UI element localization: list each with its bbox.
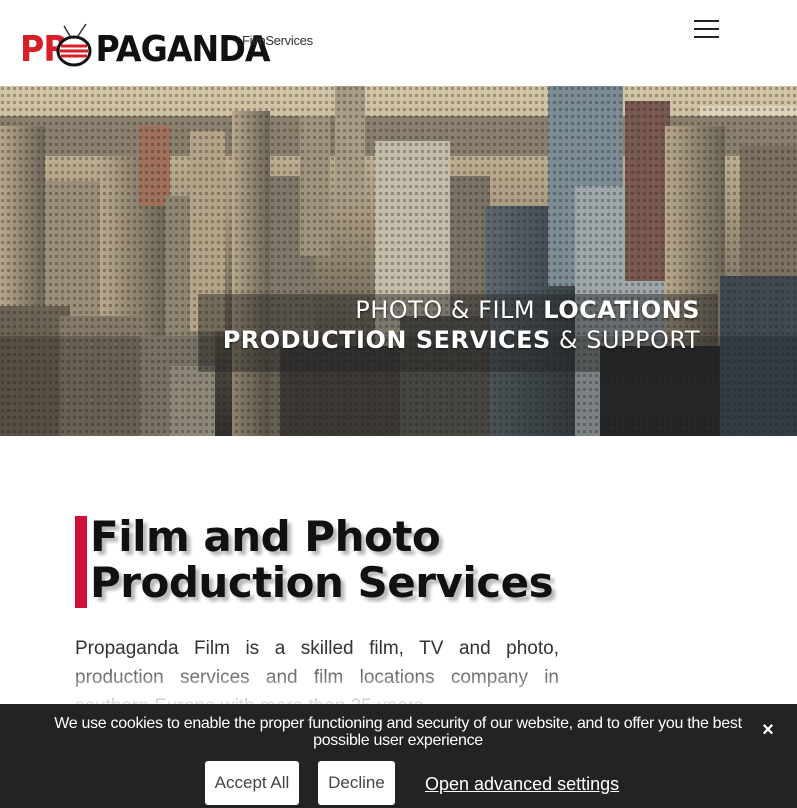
- title-accent-bar: [75, 516, 87, 608]
- accept-all-button[interactable]: Accept All: [205, 761, 299, 805]
- tv-icon: [56, 23, 92, 67]
- page-title: Film and Photo Production Services: [90, 512, 554, 607]
- cookie-banner: We use cookies to enable the proper func…: [0, 704, 797, 808]
- hero-banner: PHOTO & FILM LOCATIONS PRODUCTION SERVIC…: [0, 86, 797, 436]
- advanced-settings-link[interactable]: Open advanced settings: [425, 774, 619, 795]
- hamburger-menu-icon[interactable]: [690, 14, 724, 44]
- propaganda-logo[interactable]: PR PAGANDA: [20, 22, 271, 72]
- film-services-label: FilmServices: [242, 33, 313, 48]
- hero-tagline: PHOTO & FILM LOCATIONS PRODUCTION SERVIC…: [198, 294, 718, 372]
- site-header: PR PAGANDA FilmServices: [0, 0, 797, 86]
- decline-button[interactable]: Decline: [318, 761, 395, 805]
- city-skyline-image: [0, 86, 797, 436]
- cookie-message: We use cookies to enable the proper func…: [54, 715, 742, 749]
- hero-tagline-line1: PHOTO & FILM LOCATIONS: [355, 296, 700, 324]
- cookie-fade: [0, 660, 797, 704]
- hero-tagline-line2: PRODUCTION SERVICES & SUPPORT: [222, 326, 700, 354]
- close-icon[interactable]: ×: [760, 720, 776, 740]
